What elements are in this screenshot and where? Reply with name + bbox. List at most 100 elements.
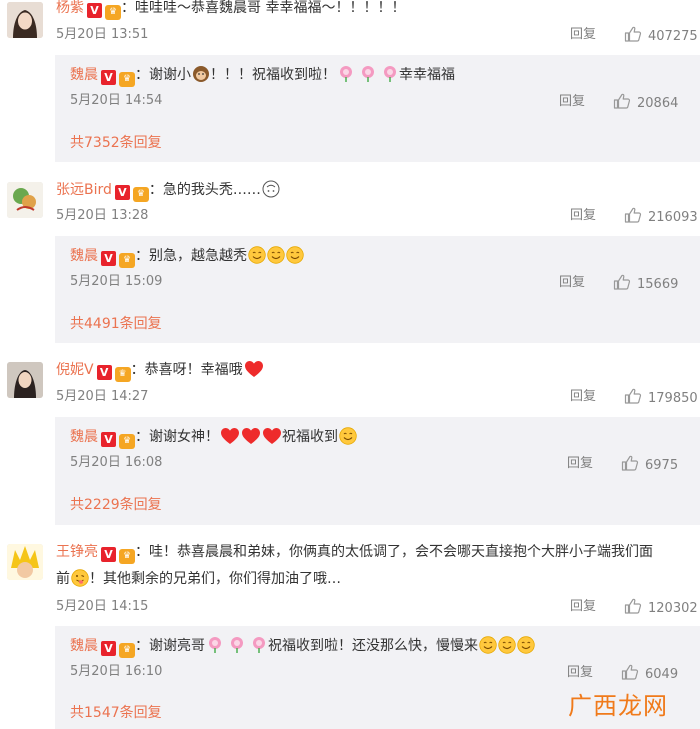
- like-count: 216093: [648, 210, 698, 225]
- member-crown-icon: ♛: [119, 549, 135, 564]
- avatar[interactable]: [7, 2, 43, 38]
- username-link[interactable]: 魏晨: [70, 429, 98, 445]
- reply-text: 谢谢女神！: [149, 429, 219, 445]
- thumbs-up-icon: [624, 25, 642, 43]
- site-watermark: 广西龙网: [568, 692, 668, 720]
- thumbs-up-icon: [613, 92, 631, 110]
- reply-button[interactable]: 回复: [570, 207, 596, 225]
- more-replies-link[interactable]: 共1547条回复: [70, 703, 162, 723]
- comment-text: ！其他剩余的兄弟们，你们得加油了哦…: [89, 571, 341, 587]
- colon: ：: [135, 248, 149, 264]
- reply-text: 祝福收到啦！还没那么快，慢慢来: [268, 638, 478, 654]
- reply-box: 魏晨 V ♛ ：谢谢小 ！！！祝福收到啦！ 幸幸福福 5月20日 14:54 回复 208…: [55, 55, 700, 162]
- reply-text: 幸幸福福: [399, 67, 455, 83]
- verified-badge-icon: V: [101, 251, 116, 266]
- like-count: 179850: [648, 391, 698, 406]
- comment-text: 哇！恭喜晨晨和弟妹，你俩真的太低调了，会不会哪天直接抱个大胖小子端我们面: [149, 544, 653, 560]
- colon: ：: [121, 0, 135, 16]
- reply-button[interactable]: 回复: [570, 388, 596, 406]
- reply-line: 魏晨 V ♛ ：别急，越急越秃: [70, 246, 304, 268]
- verified-badge-icon: V: [114, 185, 130, 200]
- reply-text: 祝福收到: [282, 429, 338, 445]
- comment-line: 倪妮V V ♛ ：恭喜呀！幸福哦: [56, 360, 264, 382]
- verified-badge-icon: V: [96, 365, 112, 380]
- reply-box: 魏晨 V ♛ ：别急，越急越秃 5月20日 15:09 回复 15669 共4491条…: [55, 236, 700, 343]
- username-link[interactable]: 魏晨: [70, 638, 98, 654]
- reply-line: 魏晨 V ♛ ：谢谢女神！ 祝福收到: [70, 427, 357, 449]
- verified-badge-icon: V: [87, 3, 102, 18]
- upside-down-face-emoji-icon: [262, 180, 280, 198]
- member-crown-icon: ♛: [119, 643, 135, 658]
- colon: ：: [135, 429, 149, 445]
- smile-emoji-icon: [498, 636, 516, 654]
- comment-text: 前: [56, 571, 70, 587]
- rose-emoji-icon: [381, 65, 399, 83]
- username-link[interactable]: 倪妮V: [56, 362, 94, 378]
- colon: ：: [130, 362, 145, 378]
- member-crown-icon: ♛: [119, 434, 135, 449]
- like-button[interactable]: 216093: [624, 206, 698, 227]
- member-crown-icon: ♛: [105, 5, 121, 20]
- reply-button[interactable]: 回复: [559, 274, 585, 292]
- heart-emoji-icon: [241, 427, 261, 445]
- reply-text: 谢谢亮哥: [149, 638, 205, 654]
- thumbs-up-icon: [624, 597, 642, 615]
- username-link[interactable]: 王铮亮: [56, 544, 98, 560]
- comment-time: 5月20日 13:28: [56, 208, 149, 223]
- rose-emoji-icon: [206, 636, 224, 654]
- comment-time: 5月20日 14:27: [56, 389, 149, 404]
- comment-line: 杨紫 V ♛ ：哇哇哇～恭喜魏晨哥 幸幸福福～！！！！！: [56, 0, 406, 20]
- avatar[interactable]: [7, 362, 43, 398]
- reply-line: 魏晨 V ♛ ：谢谢小 ！！！祝福收到啦！ 幸幸福福: [70, 65, 455, 87]
- reply-button[interactable]: 回复: [559, 93, 585, 111]
- smile-emoji-icon: [517, 636, 535, 654]
- like-count: 120302: [648, 601, 698, 616]
- avatar[interactable]: [7, 182, 43, 218]
- like-button[interactable]: 6049: [621, 663, 678, 684]
- grin-emoji-icon: [286, 246, 304, 264]
- more-replies-link[interactable]: 共2229条回复: [70, 495, 162, 515]
- like-count: 20864: [637, 96, 679, 111]
- reply-text: 别急，越急越秃: [149, 248, 247, 264]
- reply-time: 5月20日 16:10: [70, 664, 163, 679]
- smile-emoji-icon: [339, 427, 357, 445]
- avatar[interactable]: [7, 544, 43, 580]
- username-link[interactable]: 杨紫: [56, 0, 84, 16]
- comment-text: 恭喜呀！幸福哦: [144, 362, 243, 378]
- heart-emoji-icon: [220, 427, 240, 445]
- reply-text: ！！！祝福收到啦！: [210, 67, 336, 83]
- member-crown-icon: ♛: [119, 253, 135, 268]
- reply-text: 谢谢小: [149, 67, 191, 83]
- like-button[interactable]: 120302: [624, 597, 698, 618]
- tongue-out-emoji-icon: [71, 569, 89, 587]
- heart-emoji-icon: [244, 360, 264, 378]
- like-count: 15669: [637, 277, 679, 292]
- reply-button[interactable]: 回复: [570, 598, 596, 616]
- reply-box: 魏晨 V ♛ ：谢谢女神！ 祝福收到 5月20日 16:08 回复 6975 共2229…: [55, 417, 700, 525]
- more-replies-link[interactable]: 共7352条回复: [70, 133, 162, 153]
- thumbs-up-icon: [621, 663, 639, 681]
- more-replies-link[interactable]: 共4491条回复: [70, 314, 162, 334]
- reply-button[interactable]: 回复: [567, 664, 593, 682]
- reply-button[interactable]: 回复: [570, 26, 596, 44]
- like-button[interactable]: 407275: [624, 25, 698, 46]
- verified-badge-icon: V: [101, 641, 116, 656]
- reply-button[interactable]: 回复: [567, 455, 593, 473]
- comment-text: 急的我头秃……: [162, 182, 261, 198]
- like-button[interactable]: 15669: [613, 273, 678, 294]
- thumbs-up-icon: [624, 387, 642, 405]
- thumbs-up-icon: [621, 454, 639, 472]
- member-crown-icon: ♛: [114, 367, 131, 382]
- verified-badge-icon: V: [101, 432, 116, 447]
- rose-emoji-icon: [337, 65, 355, 83]
- username-link[interactable]: 魏晨: [70, 67, 98, 83]
- comment-text: 哇哇哇～恭喜魏晨哥 幸幸福福～！！！！！: [135, 0, 406, 16]
- username-link[interactable]: 魏晨: [70, 248, 98, 264]
- like-button[interactable]: 179850: [624, 387, 698, 408]
- reply-line: 魏晨 V ♛ ：谢谢亮哥 祝福收到啦！还没那么快，慢慢来: [70, 636, 535, 658]
- monkey-emoji-icon: [192, 65, 210, 83]
- like-button[interactable]: 6975: [621, 454, 678, 475]
- like-button[interactable]: 20864: [613, 92, 678, 113]
- verified-badge-icon: V: [101, 547, 116, 562]
- username-link[interactable]: 张远Bird: [56, 182, 112, 198]
